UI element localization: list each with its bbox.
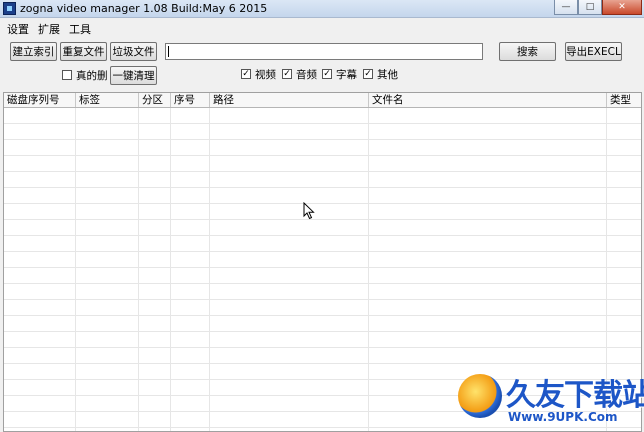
filter-other-checkbox[interactable]: ✓ 其他 (363, 67, 398, 81)
filter-audio-label: 音频 (296, 68, 317, 81)
menu-settings[interactable]: 设置 (7, 21, 29, 37)
filter-video-checkbox[interactable]: ✓ 视频 (241, 67, 276, 81)
menu-bar: 设置 扩展 工具 (0, 19, 644, 37)
column-divider (75, 108, 76, 431)
title-bar: zogna video manager 1.08 Build:May 6 201… (0, 0, 644, 18)
really-delete-checkbox[interactable]: 真的删 (62, 68, 108, 82)
one-click-clean-button[interactable]: 一键清理 (110, 66, 157, 85)
minimize-icon: — (561, 2, 571, 12)
export-excel-button[interactable]: 导出EXECL (565, 42, 622, 61)
column-header-filename[interactable]: 文件名 (369, 93, 607, 107)
filter-other-label: 其他 (377, 68, 398, 81)
check-icon: ✓ (282, 69, 292, 79)
search-button[interactable]: 搜索 (499, 42, 556, 61)
maximize-icon: □ (585, 2, 595, 12)
search-input[interactable] (165, 43, 483, 60)
really-delete-label: 真的删 (76, 69, 108, 82)
table-header: 磁盘序列号 标签 分区 序号 路径 文件名 类型 (4, 93, 641, 108)
watermark: 久友下载站 Www.9UPK.Com (458, 370, 644, 430)
check-icon: ✓ (322, 69, 332, 79)
column-header-disk-serial[interactable]: 磁盘序列号 (4, 93, 76, 107)
close-icon: ✕ (618, 2, 626, 12)
filter-video-label: 视频 (255, 68, 276, 81)
close-button[interactable]: ✕ (602, 0, 642, 15)
column-header-type[interactable]: 类型 (607, 93, 641, 107)
watermark-url: Www.9UPK.Com (508, 410, 618, 424)
mouse-cursor-icon (303, 202, 315, 220)
column-header-index[interactable]: 序号 (171, 93, 210, 107)
column-divider (209, 108, 210, 431)
filter-subtitle-label: 字幕 (336, 68, 357, 81)
menu-tools[interactable]: 工具 (69, 21, 91, 37)
watermark-logo-icon (458, 374, 502, 418)
column-header-path[interactable]: 路径 (210, 93, 369, 107)
check-icon: ✓ (241, 69, 251, 79)
window-title: zogna video manager 1.08 Build:May 6 201… (20, 2, 268, 15)
column-divider (138, 108, 139, 431)
junk-files-button[interactable]: 垃圾文件 (110, 42, 157, 61)
duplicate-files-button[interactable]: 重复文件 (60, 42, 107, 61)
filter-subtitle-checkbox[interactable]: ✓ 字幕 (322, 67, 357, 81)
build-index-button[interactable]: 建立索引 (10, 42, 57, 61)
column-divider (368, 108, 369, 431)
window-controls: — □ ✕ (554, 0, 642, 16)
text-caret (168, 46, 169, 57)
menu-extensions[interactable]: 扩展 (38, 21, 60, 37)
maximize-button[interactable]: □ (578, 0, 602, 15)
column-divider (170, 108, 171, 431)
really-delete-box (62, 70, 72, 80)
app-icon (3, 2, 16, 15)
check-icon: ✓ (363, 69, 373, 79)
column-header-label[interactable]: 标签 (76, 93, 139, 107)
column-header-partition[interactable]: 分区 (139, 93, 171, 107)
filter-audio-checkbox[interactable]: ✓ 音频 (282, 67, 317, 81)
watermark-text: 久友下载站 (506, 378, 644, 413)
minimize-button[interactable]: — (554, 0, 578, 15)
